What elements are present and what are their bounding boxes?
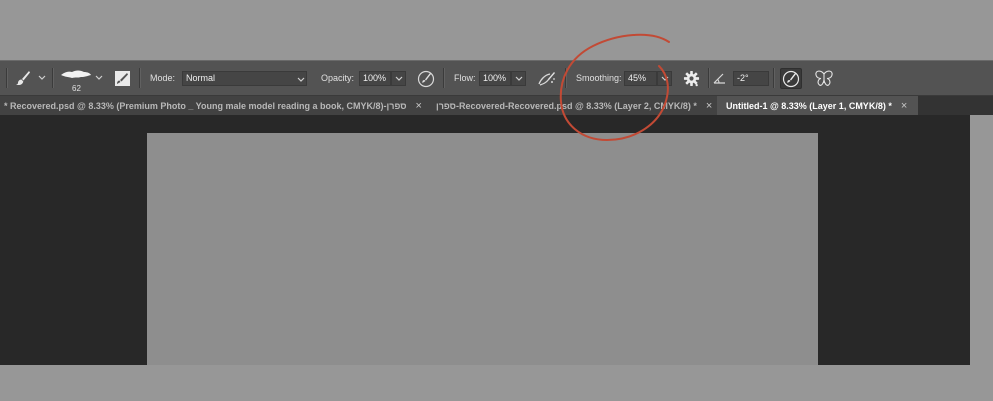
flow-input[interactable]: 100% [479, 71, 511, 86]
close-icon[interactable]: × [416, 100, 422, 112]
tab-document-1[interactable]: ספרן-Recovered.psd @ 8.33% (Premium Phot… [0, 96, 425, 115]
opacity-input[interactable]: 100% [359, 71, 391, 86]
pressure-opacity-icon[interactable] [416, 69, 435, 88]
brush-size-value: 62 [72, 84, 81, 93]
smoothing-settings-gear-icon[interactable] [682, 69, 701, 88]
smoothing-slider-chevron-down-icon[interactable] [657, 71, 672, 86]
opacity-label: Opacity: [321, 73, 355, 83]
brush-settings-panel-icon[interactable] [113, 69, 131, 87]
options-separator [443, 68, 445, 88]
options-separator [565, 68, 567, 88]
close-icon[interactable]: × [901, 100, 907, 112]
options-separator [139, 68, 141, 88]
close-icon[interactable]: × [706, 100, 712, 112]
mode-label: Mode: [150, 73, 176, 83]
options-separator [708, 68, 710, 88]
blend-mode-chevron-down-icon[interactable] [296, 75, 305, 84]
tool-options-bar: 62 Mode: Normal Opacity: 100% Flow: 100% [0, 60, 993, 96]
symmetry-butterfly-icon[interactable] [813, 69, 835, 88]
tab-label: Untitled-1 @ 8.33% (Layer 1, CMYK/8) * [726, 100, 892, 111]
tool-preset-chevron-down-icon[interactable] [37, 73, 46, 82]
brush-angle-input[interactable]: -2° [733, 71, 769, 86]
options-separator [52, 68, 54, 88]
photoshop-window: 62 Mode: Normal Opacity: 100% Flow: 100% [0, 0, 993, 401]
tab-label: ספרן-Recovered-Recovered.psd @ 8.33% (La… [436, 100, 697, 111]
blend-mode-select[interactable]: Normal [182, 71, 307, 86]
flow-slider-chevron-down-icon[interactable] [511, 71, 526, 86]
brush-preset-icon[interactable] [60, 67, 92, 81]
tab-document-2[interactable]: ספרן-Recovered-Recovered.psd @ 8.33% (La… [430, 96, 717, 115]
options-separator [6, 68, 8, 88]
document-canvas[interactable] [147, 133, 818, 365]
tab-label: ספרן-Recovered.psd @ 8.33% (Premium Phot… [4, 100, 407, 111]
smoothing-label: Smoothing: [576, 73, 622, 83]
airbrush-icon[interactable] [536, 69, 557, 88]
tab-document-3-active[interactable]: Untitled-1 @ 8.33% (Layer 1, CMYK/8) * × [717, 96, 918, 115]
flow-label: Flow: [454, 73, 476, 83]
brush-tool-icon[interactable] [14, 69, 32, 87]
angle-icon [712, 71, 726, 85]
canvas-workspace[interactable] [0, 115, 970, 365]
document-tab-bar: ספרן-Recovered.psd @ 8.33% (Premium Phot… [0, 96, 993, 115]
window-background-strip [970, 115, 993, 365]
smoothing-input[interactable]: 45% [624, 71, 657, 86]
brush-preset-chevron-down-icon[interactable] [94, 73, 103, 82]
pressure-size-icon[interactable] [780, 68, 802, 89]
options-separator [773, 68, 775, 88]
tab-bar-empty-area [918, 96, 993, 115]
opacity-slider-chevron-down-icon[interactable] [391, 71, 406, 86]
